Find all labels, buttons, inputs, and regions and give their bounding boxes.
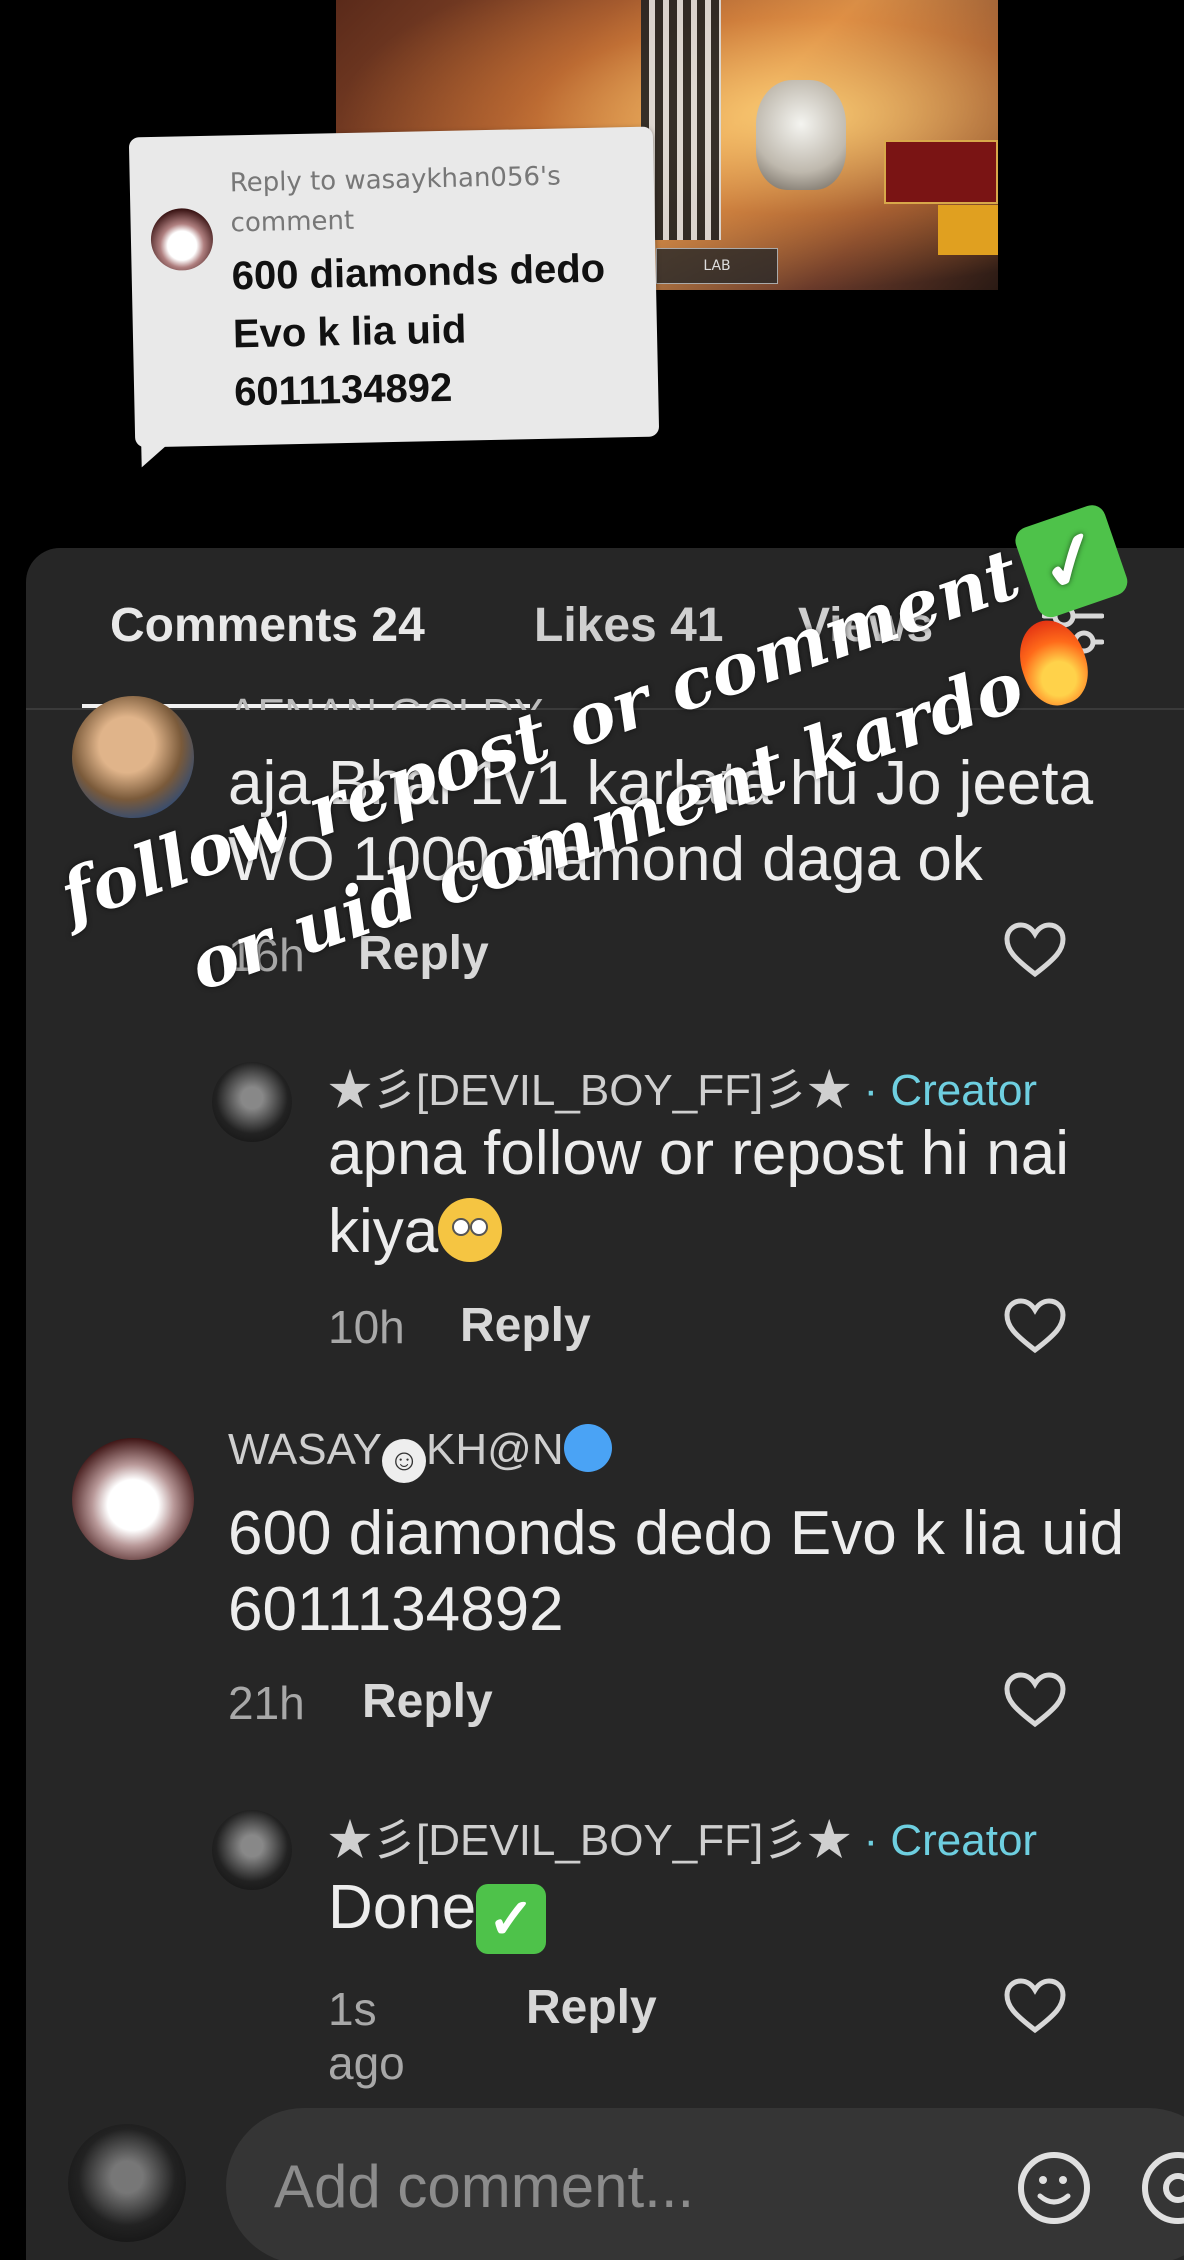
comment-text-line: Done	[328, 1873, 477, 1942]
avatar[interactable]	[72, 1438, 194, 1560]
comment-text: kiya	[328, 1194, 503, 1270]
comment-text: apna follow or repost hi nai	[328, 1119, 1070, 1188]
hud-label: LAB	[656, 248, 778, 284]
author-name-part[interactable]: KH@N	[426, 1425, 564, 1474]
emoji-icon[interactable]	[1016, 2150, 1092, 2226]
heart-icon[interactable]	[1004, 1298, 1066, 1354]
pet-image	[756, 80, 846, 190]
comment-text-line: kiya	[328, 1197, 439, 1266]
comment-time: 10h	[328, 1301, 405, 1353]
cold-face-emoji-icon	[563, 1424, 612, 1472]
comment-time: 1s ago	[328, 1983, 405, 2089]
avatar[interactable]	[72, 696, 194, 818]
author-name-part[interactable]: WASAY	[228, 1425, 382, 1474]
author-name[interactable]: ★彡[DEVIL_BOY_FF]彡★	[328, 1816, 851, 1865]
sticker-text: 600 diamonds dedo Evo k lia uid 60111348…	[231, 246, 606, 415]
avatar[interactable]	[212, 1062, 292, 1142]
comment-text: 600 diamonds dedo Evo k lia uid	[228, 1499, 1125, 1568]
author-name[interactable]: ★彡[DEVIL_BOY_FF]彡★	[328, 1066, 851, 1115]
comment-time: 21h	[228, 1677, 305, 1729]
sticker-reply-to: Reply to wasaykhan056's comment	[229, 161, 562, 239]
hud-panel	[884, 140, 998, 204]
creator-badge: · Creator	[863, 1816, 1038, 1865]
reply-button[interactable]: Reply	[362, 1674, 493, 1729]
comment-author[interactable]: WASAY ☺ KH@N	[228, 1424, 612, 1483]
heart-icon[interactable]	[1004, 1978, 1066, 2034]
reply-button[interactable]: Reply	[460, 1298, 591, 1353]
comment-text: 6011134892	[228, 1575, 564, 1644]
creator-badge: · Creator	[863, 1066, 1038, 1115]
eye-roll-emoji-icon	[438, 1198, 503, 1262]
reply-sticker: Reply to wasaykhan056's comment 600 diam…	[128, 126, 660, 448]
comment-author[interactable]: ★彡[DEVIL_BOY_FF]彡★ · Creator	[328, 1054, 1037, 1118]
heart-icon[interactable]	[1004, 1672, 1066, 1728]
check-mark-icon: ✓	[476, 1884, 547, 1954]
comment-input-placeholder: Add comment...	[274, 2153, 695, 2220]
ghost-emoji-icon: ☺	[382, 1439, 427, 1483]
heart-icon[interactable]	[1004, 922, 1066, 978]
comment-text: Done ✓	[328, 1870, 547, 1954]
user-avatar[interactable]	[68, 2124, 186, 2242]
comment-author[interactable]: ★彡[DEVIL_BOY_FF]彡★ · Creator	[328, 1804, 1037, 1868]
avatar[interactable]	[212, 1810, 292, 1890]
reply-button[interactable]: Reply	[526, 1980, 657, 2035]
tab-comments[interactable]: Comments 24	[110, 598, 425, 653]
mention-icon[interactable]	[1140, 2150, 1184, 2226]
hud-badge	[938, 205, 998, 255]
screen: LAB Reply to wasaykhan056's comment 600 …	[0, 0, 1184, 2260]
sticker-avatar	[150, 207, 214, 272]
